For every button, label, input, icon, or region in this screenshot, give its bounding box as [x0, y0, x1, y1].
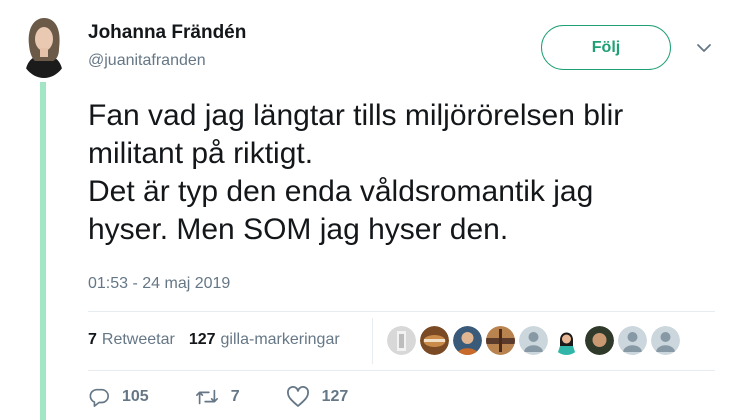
tweet-actions: 105 7 127 [88, 386, 394, 408]
liker-avatar[interactable] [552, 326, 581, 355]
reply-button[interactable]: 105 [88, 386, 149, 408]
like-stat-label: gilla-markeringar [220, 331, 340, 348]
tweet-timestamp[interactable]: 01:53 - 24 maj 2019 [88, 275, 230, 293]
retweet-count: 7 [230, 388, 240, 405]
liker-avatar[interactable] [585, 326, 614, 355]
retweet-button[interactable]: 7 [195, 386, 240, 408]
retweet-icon [195, 386, 219, 408]
like-count: 127 [321, 388, 349, 405]
like-button[interactable]: 127 [286, 386, 349, 408]
follow-button[interactable]: Följ [541, 25, 671, 70]
divider [88, 311, 715, 312]
divider [88, 370, 715, 371]
author-name[interactable]: Johanna Frändén [88, 22, 246, 44]
tweet-stats: 7 Retweetar 127 gilla-markeringar [88, 331, 340, 349]
tweet-text: Fan vad jag längtar tills miljörörelsen … [88, 97, 718, 249]
like-stat-count: 127 [188, 331, 216, 348]
liker-avatar[interactable] [519, 326, 548, 355]
liker-avatar[interactable] [618, 326, 647, 355]
retweet-stat[interactable]: 7 Retweetar [88, 331, 175, 349]
tweet-line: hyser. Men SOM jag hyser den. [88, 213, 509, 246]
liker-avatar[interactable] [387, 326, 416, 355]
heart-icon [286, 386, 310, 408]
thread-line [40, 82, 46, 420]
author-avatar[interactable] [19, 15, 69, 78]
chevron-down-icon[interactable] [694, 38, 714, 58]
tweet-line: militant på riktigt. [88, 137, 314, 170]
reply-count: 105 [122, 388, 149, 405]
liker-avatar[interactable] [420, 326, 449, 355]
retweet-stat-count: 7 [88, 331, 97, 348]
tweet-line: Det är typ den enda våldsromantik jag [88, 175, 594, 208]
liker-avatars [387, 326, 680, 355]
like-stat[interactable]: 127 gilla-markeringar [189, 331, 340, 349]
tweet-line: Fan vad jag längtar tills miljörörelsen … [88, 99, 624, 132]
retweet-stat-label: Retweetar [101, 331, 175, 348]
author-handle[interactable]: @juanitafranden [88, 52, 206, 70]
reply-icon [88, 386, 110, 408]
stats-separator [372, 318, 373, 364]
liker-avatar[interactable] [453, 326, 482, 355]
liker-avatar[interactable] [651, 326, 680, 355]
liker-avatar[interactable] [486, 326, 515, 355]
